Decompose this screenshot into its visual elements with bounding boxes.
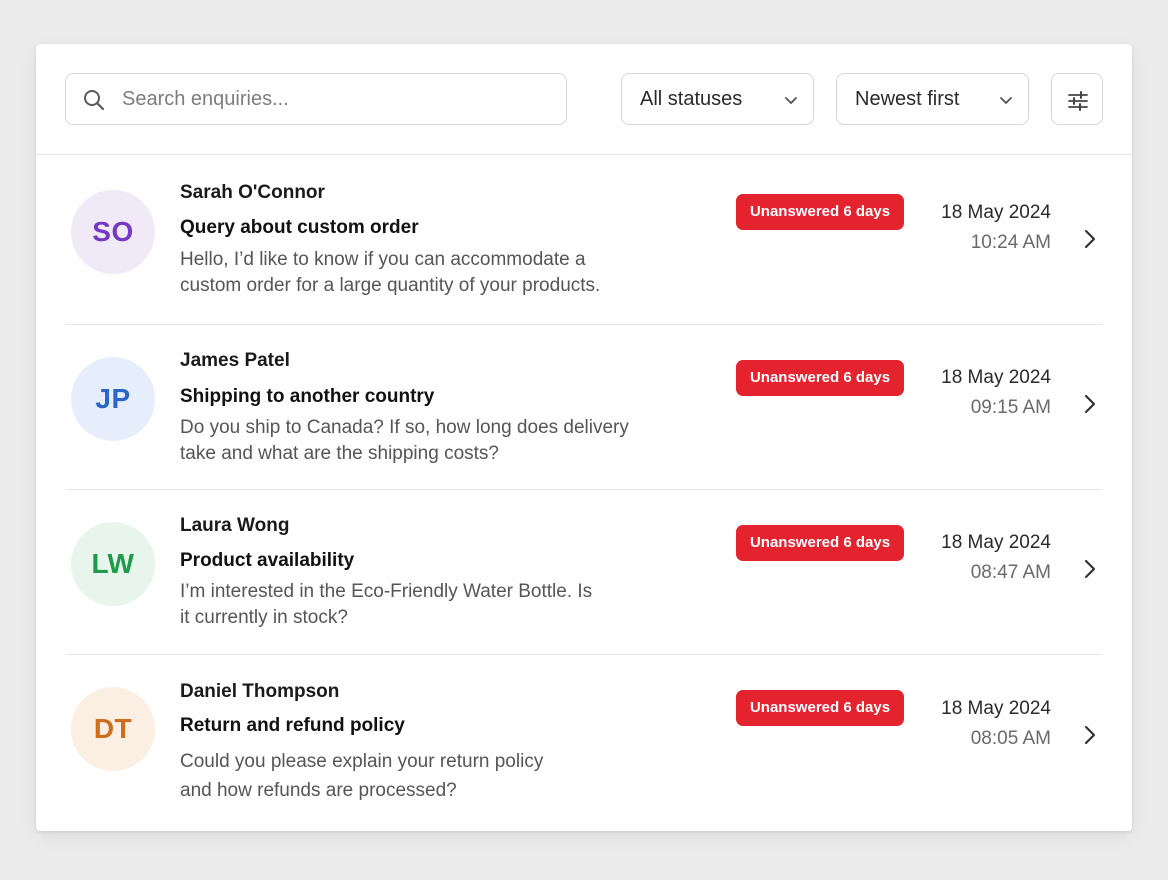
- sender-name: Daniel Thompson: [180, 681, 340, 702]
- sender-name: Sarah O'Connor: [180, 182, 325, 203]
- search-box[interactable]: [65, 73, 567, 125]
- enquiry-preview: Hello, I’d like to know if you can accom…: [180, 249, 601, 296]
- sort-select[interactable]: Newest first: [836, 73, 1029, 125]
- filter-settings-button[interactable]: [1051, 73, 1103, 125]
- status-badge: Unanswered 6 days: [736, 525, 904, 561]
- avatar: JP: [71, 357, 155, 441]
- enquiry-date: 18 May 2024: [941, 202, 1051, 223]
- sort-value: Newest first: [855, 88, 960, 110]
- chevron-right-icon[interactable]: [1081, 228, 1099, 250]
- search-input[interactable]: [122, 76, 552, 122]
- enquiry-time: 10:24 AM: [970, 232, 1051, 253]
- enquiry-date: 18 May 2024: [941, 532, 1051, 553]
- sliders-icon: [1068, 91, 1088, 111]
- chevron-right-icon[interactable]: [1081, 724, 1099, 746]
- status-filter-select[interactable]: All statuses: [621, 73, 814, 125]
- status-filter-value: All statuses: [640, 88, 743, 110]
- enquiry-subject: Query about custom order: [180, 217, 419, 238]
- status-badge: Unanswered 6 days: [736, 194, 904, 230]
- toolbar: All statuses Newest first: [36, 44, 1132, 155]
- status-badge: Unanswered 6 days: [736, 690, 904, 726]
- status-badge: Unanswered 6 days: [736, 360, 904, 396]
- enquiry-date: 18 May 2024: [941, 367, 1051, 388]
- enquiry-preview: Do you ship to Canada? If so, how long d…: [180, 417, 629, 464]
- sender-name: James Patel: [180, 350, 290, 371]
- avatar-initials: JP: [95, 383, 131, 414]
- enquiry-row[interactable]: SO Sarah O'Connor Query about custom ord…: [65, 155, 1103, 325]
- enquiry-time: 08:05 AM: [970, 728, 1051, 749]
- enquiry-subject: Shipping to another country: [180, 386, 435, 407]
- enquiry-time: 09:15 AM: [970, 397, 1051, 418]
- enquiry-subject: Product availability: [180, 550, 355, 571]
- enquiry-time: 08:47 AM: [970, 562, 1051, 583]
- enquiry-row[interactable]: DT Daniel Thompson Return and refund pol…: [65, 655, 1103, 831]
- avatar: DT: [71, 687, 155, 771]
- avatar: LW: [71, 522, 155, 606]
- enquiry-subject: Return and refund policy: [180, 715, 405, 736]
- avatar: SO: [71, 190, 155, 274]
- search-icon: [84, 90, 105, 111]
- avatar-initials: DT: [93, 713, 133, 744]
- enquiry-preview: I’m interested in the Eco-Friendly Water…: [180, 581, 593, 628]
- chevron-down-icon: [1000, 97, 1012, 104]
- enquiries-panel: All statuses Newest first SO: [36, 44, 1132, 831]
- chevron-down-icon: [785, 97, 797, 104]
- avatar-initials: SO: [92, 216, 134, 247]
- enquiry-row[interactable]: LW Laura Wong Product availability I’m i…: [65, 490, 1103, 655]
- chevron-right-icon[interactable]: [1081, 558, 1099, 580]
- avatar-initials: LW: [91, 548, 135, 579]
- sender-name: Laura Wong: [180, 515, 290, 536]
- enquiry-row[interactable]: JP James Patel Shipping to another count…: [65, 325, 1103, 490]
- chevron-right-icon[interactable]: [1081, 393, 1099, 415]
- enquiry-preview: Could you please explain your return pol…: [180, 751, 544, 801]
- enquiry-date: 18 May 2024: [941, 698, 1051, 719]
